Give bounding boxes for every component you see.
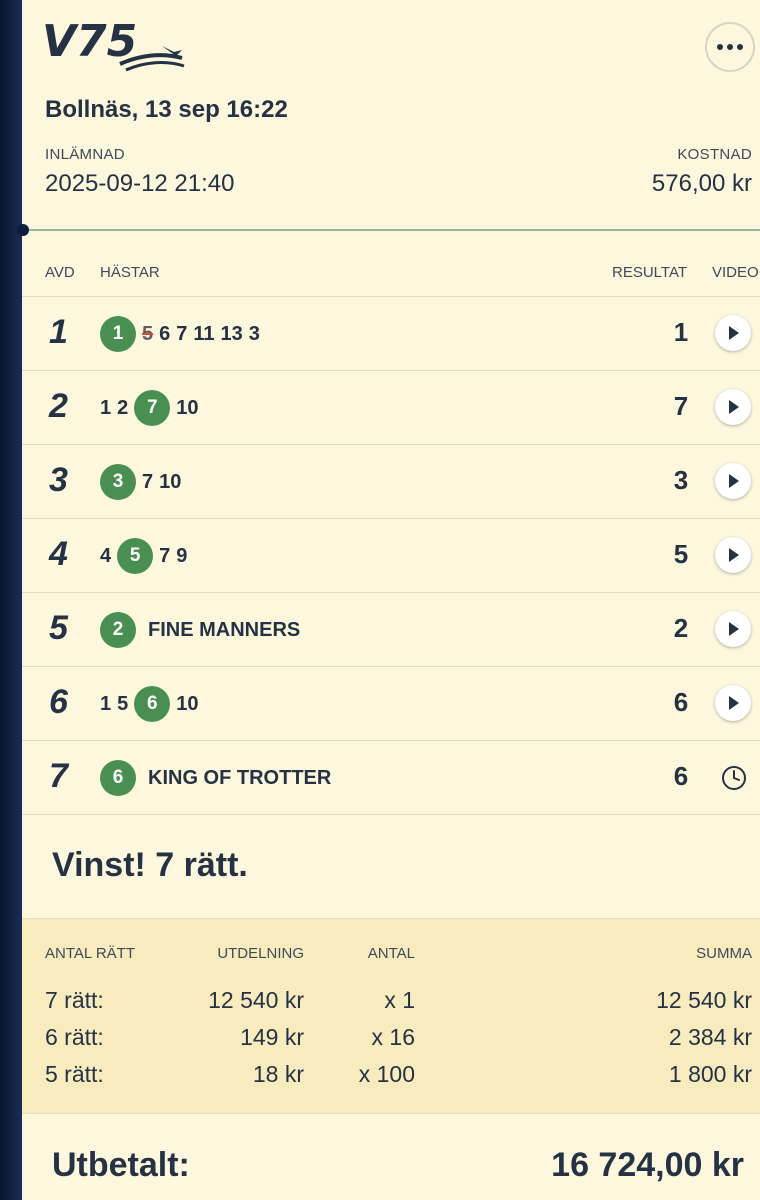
race-result: 2 [673, 613, 689, 643]
avd-number: 1 [49, 313, 68, 351]
play-video-button[interactable] [715, 611, 751, 647]
horse-number: 1 [100, 396, 112, 419]
horse-number: 10 [176, 692, 199, 715]
horse-number: 6 [159, 322, 171, 345]
horse-number: 3 [248, 322, 260, 345]
horse-number: 7 [142, 470, 154, 493]
race-result: 3 [673, 465, 689, 495]
horse-picks: 1 5 6 10 [100, 667, 199, 741]
race-title: Bollnäs, 13 sep 16:22 [45, 96, 288, 123]
avd-number: 4 [49, 535, 68, 573]
winning-horse-badge: 3 [100, 464, 136, 500]
play-video-button[interactable] [715, 685, 751, 721]
payout-antal-ratt: 5 rätt: [45, 1061, 104, 1087]
divider-notch [17, 224, 29, 236]
race-result: 1 [673, 317, 689, 347]
avd-number: 3 [49, 461, 68, 499]
header-avd: AVD [45, 264, 75, 281]
winning-horse-badge: 6 [134, 686, 171, 722]
race-result: 5 [673, 539, 689, 569]
payout-header-utdelning: UTDELNING [217, 945, 304, 962]
race-row: 6 1 5 6 10 6 [22, 666, 760, 740]
background-edge [0, 0, 22, 1200]
payout-table: ANTAL RÄTT UTDELNING ANTAL SUMMA 7 rätt:… [22, 918, 760, 1114]
race-row: 2 1 2 7 10 7 [22, 370, 760, 444]
payout-header-antal: ANTAL [367, 945, 415, 962]
horse-picks: 1 5 6 7 11 13 3 [100, 297, 260, 371]
payout-header-summa: SUMMA [696, 945, 752, 962]
svg-text:V75: V75 [42, 16, 137, 67]
play-video-button[interactable] [715, 537, 751, 573]
race-row: 445795 [22, 518, 760, 592]
avd-number: 7 [49, 757, 68, 795]
horse-picks: 4579 [100, 519, 187, 593]
header-horses: HÄSTAR [100, 264, 160, 281]
payout-header-antal-ratt: ANTAL RÄTT [45, 945, 136, 962]
payout-antal: x 100 [358, 1061, 415, 1087]
clock-icon [722, 766, 746, 790]
horse-number: 10 [176, 396, 199, 419]
scratched-horse: 5 [142, 322, 154, 345]
win-message: Vinst! 7 rätt. [52, 846, 248, 884]
play-video-button[interactable] [715, 315, 751, 351]
more-options-button[interactable] [705, 22, 755, 72]
payout-antal-ratt: 6 rätt: [45, 1024, 104, 1050]
play-video-button[interactable] [715, 389, 751, 425]
table-bottom-border [22, 814, 760, 815]
horse-picks: 2 FINE MANNERS [100, 593, 300, 667]
cost-label: KOSTNAD [677, 146, 752, 163]
horse-number: 7 [159, 544, 171, 567]
race-row: 1 1 5 6 7 11 13 3 1 [22, 296, 760, 370]
horse-number: 5 [117, 692, 129, 715]
horse-number: 13 [220, 322, 243, 345]
header-video: VIDEO [712, 264, 759, 281]
total-value: 16 724,00 kr [551, 1146, 744, 1184]
avd-number: 5 [49, 609, 68, 647]
winning-horse-badge: 5 [117, 538, 154, 574]
race-row: 3 3 7 10 3 [22, 444, 760, 518]
horse-name: KING OF TROTTER [148, 766, 332, 789]
ticket-card: V75 Bollnäs, 13 sep 16:22 INLÄMNAD 2025-… [17, 0, 760, 1200]
horse-picks: 6 KING OF TROTTER [100, 741, 331, 815]
winning-horse-badge: 1 [100, 316, 136, 352]
header-result: RESULTAT [612, 264, 688, 281]
v75-logo: V75 [42, 16, 185, 72]
race-row: 5 2 FINE MANNERS 2 [22, 592, 760, 666]
payout-antal: x 1 [384, 987, 415, 1013]
horse-picks: 3 7 10 [100, 445, 181, 519]
horse-number: 4 [100, 544, 112, 567]
total-label: Utbetalt: [52, 1146, 190, 1184]
payout-utdelning: 149 kr [240, 1024, 304, 1050]
submitted-value: 2025-09-12 21:40 [45, 170, 235, 197]
race-result: 7 [673, 391, 689, 421]
payout-summa: 1 800 kr [668, 1061, 752, 1087]
winning-horse-badge: 2 [100, 612, 136, 648]
play-video-button[interactable] [715, 463, 751, 499]
payout-antal-ratt: 7 rätt: [45, 987, 104, 1013]
payout-utdelning: 12 540 kr [208, 987, 304, 1013]
section-divider [22, 229, 760, 231]
race-result: 6 [673, 761, 689, 791]
payout-summa: 2 384 kr [668, 1024, 752, 1050]
avd-number: 6 [49, 683, 68, 721]
horse-number: 1 [100, 692, 112, 715]
horse-number: 10 [159, 470, 182, 493]
cost-value: 576,00 kr [651, 170, 752, 197]
horse-number: 9 [176, 544, 188, 567]
more-dots-icon [717, 44, 723, 50]
horse-picks: 1 2 7 10 [100, 371, 199, 445]
race-row: 7 6 KING OF TROTTER 6 [22, 740, 760, 814]
avd-number: 2 [49, 387, 68, 425]
payout-utdelning: 18 kr [252, 1061, 304, 1087]
horse-name: FINE MANNERS [148, 618, 301, 641]
winning-horse-badge: 7 [134, 390, 171, 426]
horse-number: 2 [117, 396, 129, 419]
race-result: 6 [673, 687, 689, 717]
horse-number: 11 [193, 322, 215, 345]
payout-summa: 12 540 kr [656, 987, 752, 1013]
payout-antal: x 16 [371, 1024, 415, 1050]
horse-number: 7 [176, 322, 188, 345]
submitted-label: INLÄMNAD [45, 146, 125, 163]
winning-horse-badge: 6 [100, 760, 136, 796]
